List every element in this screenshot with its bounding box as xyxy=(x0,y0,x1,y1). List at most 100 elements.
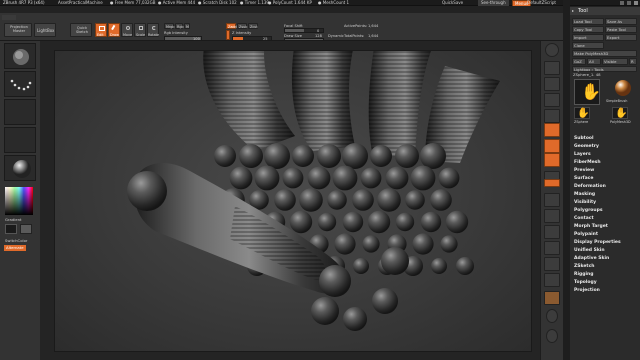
goz-button[interactable]: GoZ xyxy=(572,58,586,65)
floor-button[interactable] xyxy=(544,139,560,153)
subpalette-layers[interactable]: Layers xyxy=(570,151,640,159)
zadd-button[interactable]: Zadd xyxy=(226,23,237,29)
hand-tool-thumbnail[interactable]: ✋ xyxy=(574,107,590,119)
actual-button[interactable] xyxy=(544,109,560,123)
m-button[interactable]: M xyxy=(184,23,190,29)
subpalette-contact[interactable]: Contact xyxy=(570,215,640,223)
brush-thumbnail[interactable] xyxy=(4,43,36,69)
polyf-button[interactable] xyxy=(544,241,560,255)
export-label: Export xyxy=(607,35,620,40)
lightbox-button[interactable]: LightBox xyxy=(34,23,56,37)
solo-button[interactable] xyxy=(544,291,560,305)
tool-palette-header[interactable]: ▸ Tool xyxy=(570,7,640,15)
minimize-icon[interactable] xyxy=(620,1,624,5)
load-tool-button[interactable]: Load Tool xyxy=(572,18,604,25)
subpalette-preview[interactable]: Preview xyxy=(570,167,640,175)
mrgb-button[interactable]: Mrgb xyxy=(164,23,175,29)
palm-sphere xyxy=(430,189,452,211)
maximize-icon[interactable] xyxy=(627,1,631,5)
alternate-button[interactable]: Alternate xyxy=(4,245,26,251)
make-polymesh-button[interactable]: Make PolyMesh3D xyxy=(572,50,637,57)
secondary-color-swatch[interactable] xyxy=(20,224,32,234)
dynamic-view-button[interactable] xyxy=(546,329,558,343)
viewport-canvas[interactable] xyxy=(54,50,532,352)
scroll-button[interactable] xyxy=(544,77,560,91)
quick-sketch-button[interactable]: Quick Sketch xyxy=(70,23,92,37)
zsub-button[interactable]: Zsub xyxy=(237,23,247,29)
subpalette-deformation[interactable]: Deformation xyxy=(570,183,640,191)
copy-tool-button[interactable]: Copy Tool xyxy=(572,26,604,33)
palm-sphere xyxy=(274,189,296,211)
move-button[interactable]: Move xyxy=(121,23,133,37)
gradient-label: Gradient xyxy=(5,217,22,222)
main-color-swatch[interactable] xyxy=(5,224,17,234)
standard-brush-icon xyxy=(13,49,29,65)
texture-thumbnail[interactable] xyxy=(4,127,36,153)
subpalette-unified-skin[interactable]: Unified Skin xyxy=(570,247,640,255)
xyz-button[interactable] xyxy=(544,179,560,187)
subpalette-rigging[interactable]: Rigging xyxy=(570,271,640,279)
subpalette-polygroups[interactable]: Polygroups xyxy=(570,207,640,215)
zcut-button[interactable]: Zcut xyxy=(248,23,258,29)
polymesh-thumbnail[interactable]: ✋ xyxy=(612,107,628,119)
subpalette-visibility[interactable]: Visibility xyxy=(570,199,640,207)
ghost-button[interactable] xyxy=(544,273,560,287)
subpalette-surface[interactable]: Surface xyxy=(570,175,640,183)
local-button[interactable] xyxy=(544,153,560,167)
palm-sphere xyxy=(327,190,347,210)
edit-button[interactable]: Edit xyxy=(95,23,107,37)
rgb-button[interactable]: Rgb xyxy=(175,23,184,29)
switch-color-button[interactable]: SwitchColor xyxy=(5,238,27,244)
transp-button[interactable] xyxy=(544,257,560,271)
palm-sphere xyxy=(385,166,409,190)
rotate-button[interactable]: Rotate xyxy=(147,23,159,37)
palm-sphere xyxy=(377,188,401,212)
zoom-button[interactable] xyxy=(544,93,560,107)
clone-button[interactable]: Clone xyxy=(572,42,604,49)
subpalette-masking[interactable]: Masking xyxy=(570,191,640,199)
subpalette-geometry[interactable]: Geometry xyxy=(570,143,640,151)
alpha-thumbnail[interactable] xyxy=(4,99,36,125)
material-thumbnail[interactable] xyxy=(4,155,36,181)
save-as-button[interactable]: Save As xyxy=(605,18,637,25)
draw-button[interactable]: Draw xyxy=(108,23,120,37)
rotate-view-button[interactable] xyxy=(544,225,560,239)
all-button[interactable]: All xyxy=(587,58,601,65)
tray-divider[interactable] xyxy=(563,0,570,360)
lightbox-label: LightBox xyxy=(37,28,55,33)
projection-master-button[interactable]: Projection Master xyxy=(4,23,32,37)
close-icon[interactable] xyxy=(634,1,638,5)
stroke-thumbnail[interactable] xyxy=(4,71,36,97)
bpr-button[interactable] xyxy=(545,43,559,57)
move-view-button[interactable] xyxy=(544,193,560,207)
subpalette-projection[interactable]: Projection xyxy=(570,287,640,295)
zsphere-tool-thumbnail[interactable] xyxy=(614,79,632,97)
scale-button[interactable]: Scale xyxy=(134,23,146,37)
spix-button[interactable] xyxy=(544,61,560,75)
subpalette-morph-target[interactable]: Morph Target xyxy=(570,223,640,231)
subpalette-display-properties[interactable]: Display Properties xyxy=(570,239,640,247)
save-as-label: Save As xyxy=(607,19,623,24)
subpalette-fibermesh[interactable]: FiberMesh xyxy=(570,159,640,167)
visible-button[interactable]: Visible xyxy=(602,58,628,65)
palm-sphere xyxy=(292,145,314,167)
color-picker[interactable] xyxy=(5,187,33,215)
import-button[interactable]: Import xyxy=(572,34,604,41)
subpalette-zsketch[interactable]: ZSketch xyxy=(570,263,640,271)
z-intensity-fill xyxy=(233,37,243,40)
subpalette-subtool[interactable]: Subtool xyxy=(570,135,640,143)
dynamic-button[interactable]: Dynamic xyxy=(328,33,344,39)
current-tool-thumbnail[interactable]: ✋ xyxy=(574,79,601,105)
subpalette-adaptive-skin[interactable]: Adaptive Skin xyxy=(570,255,640,263)
palm-sphere xyxy=(289,210,313,234)
subpalette-polypaint[interactable]: Polypaint xyxy=(570,231,640,239)
xpose-button[interactable] xyxy=(546,309,558,323)
export-button[interactable]: Export xyxy=(605,34,637,41)
r-button[interactable]: R xyxy=(629,58,637,65)
focal-shift-fill xyxy=(285,29,304,32)
palm-sphere xyxy=(440,235,458,253)
persp-button[interactable] xyxy=(544,123,560,137)
zoom3d-button[interactable] xyxy=(544,209,560,223)
subpalette-topology[interactable]: Topology xyxy=(570,279,640,287)
paste-tool-button[interactable]: Paste Tool xyxy=(605,26,637,33)
